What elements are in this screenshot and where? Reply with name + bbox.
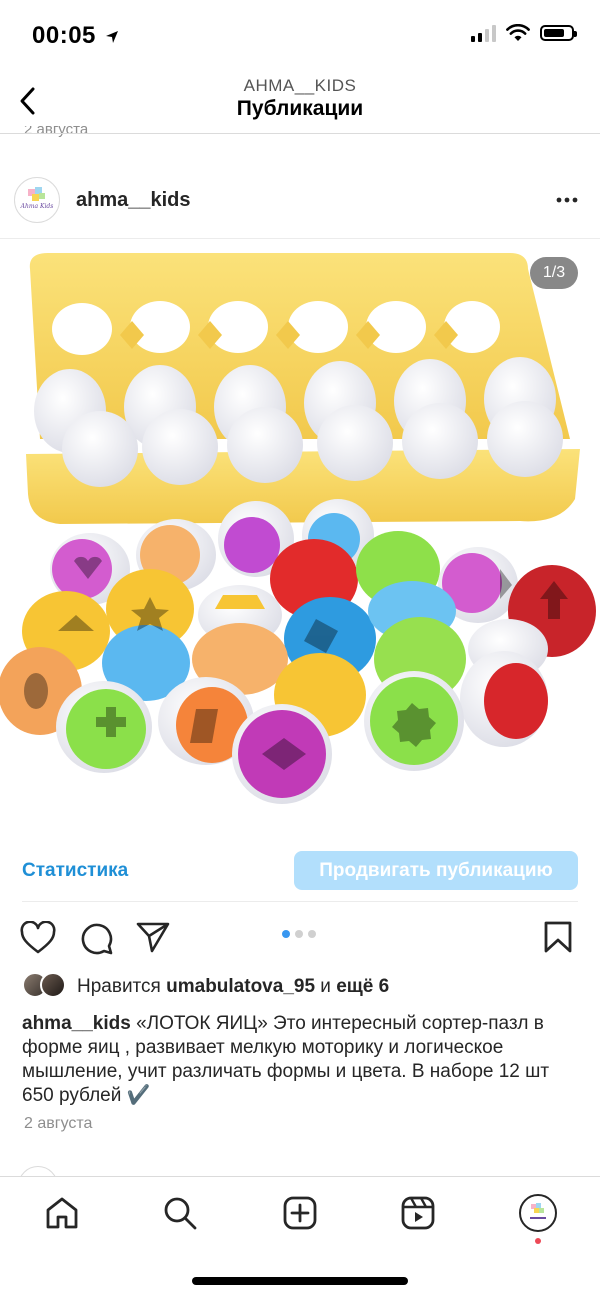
tab-profile[interactable] (519, 1194, 557, 1232)
post-username[interactable]: ahma__kids (76, 189, 191, 212)
tab-reels[interactable] (400, 1195, 436, 1231)
wifi-icon (506, 24, 530, 41)
location-arrow-icon (106, 30, 119, 43)
like-button[interactable] (20, 920, 56, 960)
header-divider (0, 133, 600, 134)
search-icon (164, 1197, 197, 1230)
carousel-indicator (282, 930, 316, 938)
likes-middle: и (315, 976, 337, 997)
signal-icon (471, 24, 496, 42)
status-icons (471, 24, 577, 42)
home-indicator (192, 1277, 408, 1285)
tab-search[interactable] (162, 1195, 198, 1231)
promote-post-button[interactable]: Продвигать публикацию (294, 851, 578, 890)
status-time: 00:05 (32, 22, 119, 50)
post-image[interactable] (0, 239, 600, 825)
heart-icon (20, 920, 56, 954)
liker-username[interactable]: umabulatova_95 (166, 976, 315, 997)
comment-button[interactable] (78, 920, 114, 961)
more-horizontal-icon (556, 197, 578, 203)
tab-create[interactable] (282, 1195, 318, 1231)
likes-others[interactable]: ещё 6 (336, 976, 389, 997)
likes-prefix: Нравится (77, 976, 167, 997)
carousel-dot (295, 930, 303, 938)
caption-username[interactable]: ahma__kids (22, 1013, 131, 1034)
post-caption: ahma__kids «ЛОТОК ЯИЦ» Это интересный со… (22, 1012, 578, 1108)
statistics-link[interactable]: Статистика (22, 860, 128, 882)
tab-home[interactable] (44, 1195, 80, 1231)
actions-divider (22, 901, 578, 902)
likes-summary[interactable]: Нравится umabulatova_95 и ещё 6 (77, 976, 389, 998)
carousel-dot (308, 930, 316, 938)
ahma-kids-logo-icon: Ahma Kids (20, 187, 54, 210)
logo-text: Ahma Kids (20, 203, 54, 210)
create-icon (283, 1196, 317, 1230)
notification-dot (535, 1238, 541, 1244)
reels-icon (401, 1196, 435, 1230)
liker-avatar (40, 972, 66, 998)
profile-avatar-icon (530, 1203, 546, 1219)
post-date: 2 августа (24, 1115, 93, 1132)
egg-sorter-toy-photo (0, 253, 596, 804)
more-options-button[interactable] (552, 190, 582, 210)
header-account-name: AHMA__KIDS (243, 76, 357, 95)
battery-icon (540, 25, 577, 41)
post-avatar[interactable]: Ahma Kids (14, 177, 60, 223)
bookmark-icon (544, 921, 572, 953)
image-counter: 1/3 (530, 257, 578, 289)
liker-avatars[interactable] (22, 972, 70, 1000)
send-icon (136, 922, 170, 953)
home-icon (46, 1197, 78, 1229)
page-title: Публикации (236, 97, 364, 120)
save-button[interactable] (543, 920, 573, 959)
share-button[interactable] (135, 920, 171, 959)
comment-icon (81, 923, 113, 955)
carousel-dot-active (282, 930, 290, 938)
